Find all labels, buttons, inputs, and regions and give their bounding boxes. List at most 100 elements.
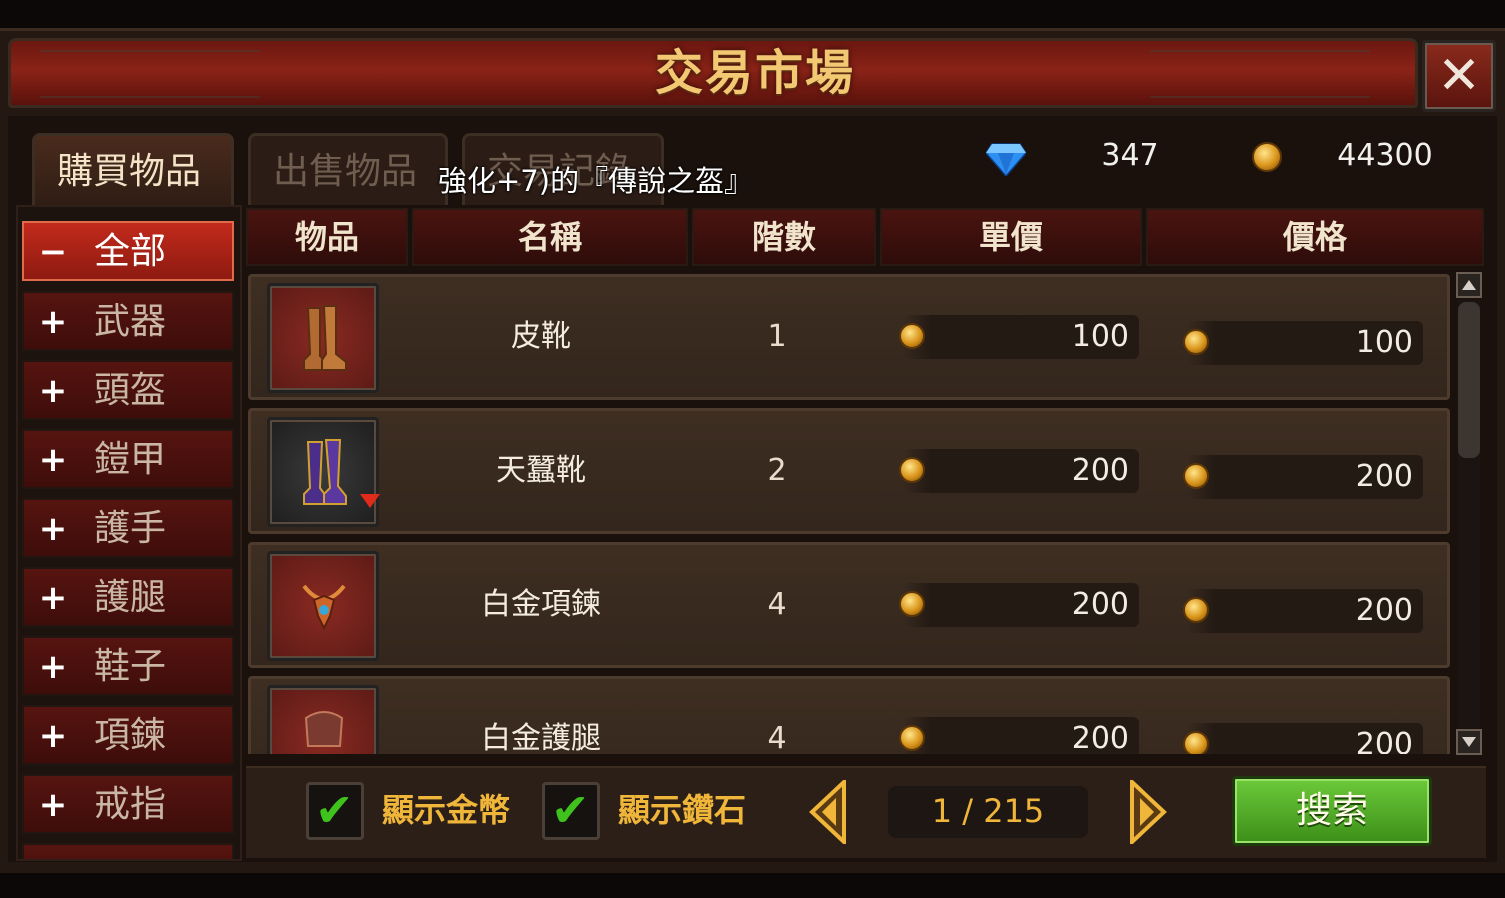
- category-all[interactable]: − 全部: [22, 221, 234, 281]
- item-tier: 4: [767, 587, 787, 622]
- item-tier: 2: [767, 453, 787, 488]
- gold-coin-icon: [899, 725, 925, 751]
- category-armor[interactable]: + 鎧甲: [22, 429, 234, 489]
- category-legguard[interactable]: + 護腿: [22, 567, 234, 627]
- expand-icon: +: [38, 647, 68, 687]
- column-header-tier[interactable]: 階數: [692, 208, 876, 266]
- unit-price-value: 200: [1071, 587, 1129, 622]
- category-label: 鎧甲: [94, 439, 167, 480]
- table-row[interactable]: 皮靴 1 100 100: [248, 274, 1450, 400]
- unit-price-value: 100: [1071, 319, 1129, 354]
- header-ornament-left: [40, 50, 260, 98]
- header-ornament-right: [1150, 50, 1370, 98]
- table-row[interactable]: 白金項鍊 4 200 200: [248, 542, 1450, 668]
- table-row[interactable]: 天蠶靴 2 200 200: [248, 408, 1450, 534]
- total-price-value: 100: [1355, 325, 1413, 360]
- total-price: 200: [1183, 723, 1423, 754]
- category-label: 鞋子: [94, 646, 167, 687]
- gold-coin-icon: [899, 323, 925, 349]
- item-name: 皮靴: [511, 319, 571, 354]
- category-more[interactable]: [22, 843, 234, 859]
- category-label: 護手: [94, 508, 167, 549]
- diamond-icon: [986, 143, 1026, 176]
- gold-coin-icon: [1183, 731, 1209, 754]
- table-row[interactable]: 白金護腿 4 200 200: [248, 676, 1450, 754]
- total-price: 200: [1183, 455, 1423, 499]
- item-name: 白金項鍊: [481, 587, 601, 622]
- category-label: 護腿: [94, 577, 167, 618]
- scrollbar-thumb[interactable]: [1458, 302, 1480, 458]
- leather-boots-icon: [303, 305, 347, 371]
- item-tooltip: 強化+7)的『傳說之盔』: [438, 164, 754, 198]
- category-label: 全部: [94, 231, 167, 272]
- expand-icon: +: [38, 578, 68, 618]
- category-necklace[interactable]: + 項鍊: [22, 705, 234, 765]
- category-label: 戒指: [94, 784, 167, 825]
- prev-page-button[interactable]: [808, 780, 848, 844]
- expand-icon: +: [38, 302, 68, 342]
- category-label: 項鍊: [94, 715, 167, 756]
- gold-coin-icon: [899, 457, 925, 483]
- silk-boots-icon: [303, 439, 347, 505]
- category-label: 頭盔: [94, 370, 167, 411]
- column-header-unit-price[interactable]: 單價: [880, 208, 1142, 266]
- item-name: 天蠶靴: [496, 453, 586, 488]
- total-price: 100: [1183, 321, 1423, 365]
- gold-coin-icon: [1183, 597, 1209, 623]
- unit-price: 200: [899, 449, 1139, 493]
- expand-icon: +: [38, 785, 68, 825]
- tab-buy[interactable]: 購買物品: [32, 133, 234, 205]
- item-slot: [267, 417, 380, 527]
- category-ring[interactable]: + 戒指: [22, 774, 234, 834]
- item-tier: 1: [767, 319, 787, 354]
- total-price: 200: [1183, 589, 1423, 633]
- downgrade-arrow-icon: [360, 494, 380, 508]
- item-slot: [267, 685, 379, 754]
- item-list: 皮靴 1 100 100 天蠶靴 2 200 200 白金項鍊 4 200 20…: [246, 270, 1454, 754]
- show-diamond-label: 顯示鑽石: [618, 791, 747, 829]
- expand-icon: +: [38, 440, 68, 480]
- page-indicator: 1 / 215: [888, 786, 1088, 838]
- search-button[interactable]: 搜索: [1232, 776, 1432, 846]
- checkmark-icon: ✔: [551, 783, 590, 837]
- category-label: 武器: [94, 301, 167, 342]
- gold-coin-icon: [1252, 142, 1282, 172]
- scroll-down-button[interactable]: [1456, 729, 1482, 755]
- close-button[interactable]: ✕: [1422, 40, 1496, 112]
- gold-coin-icon: [899, 591, 925, 617]
- unit-price: 200: [899, 717, 1139, 754]
- total-price-value: 200: [1355, 459, 1413, 494]
- column-header-name[interactable]: 名稱: [412, 208, 688, 266]
- column-header-item: 物品: [246, 208, 408, 266]
- window-title: 交易市場: [654, 45, 855, 101]
- category-sidebar: − 全部 + 武器 + 頭盔 + 鎧甲 + 護手 + 護腿 + 鞋子 + 項鍊 …: [16, 205, 242, 861]
- show-gold-checkbox[interactable]: ✔: [306, 782, 364, 840]
- necklace-icon: [302, 584, 346, 631]
- unit-price-value: 200: [1071, 453, 1129, 488]
- column-header-price[interactable]: 價格: [1146, 208, 1484, 266]
- item-tier: 4: [767, 721, 787, 754]
- unit-price: 100: [899, 315, 1139, 359]
- diamond-balance: 347: [1101, 138, 1159, 173]
- gold-coin-icon: [1183, 463, 1209, 489]
- expand-icon: +: [38, 509, 68, 549]
- tab-sell[interactable]: 出售物品: [248, 133, 448, 205]
- gold-balance: 44300: [1337, 138, 1433, 173]
- leg-guard-icon: [304, 711, 344, 747]
- show-gold-label: 顯示金幣: [382, 791, 511, 829]
- category-helmet[interactable]: + 頭盔: [22, 360, 234, 420]
- category-gauntlet[interactable]: + 護手: [22, 498, 234, 558]
- expand-icon: +: [38, 371, 68, 411]
- next-page-button[interactable]: [1128, 780, 1168, 844]
- category-weapon[interactable]: + 武器: [22, 291, 234, 351]
- item-slot: [267, 551, 379, 661]
- checkmark-icon: ✔: [315, 783, 354, 837]
- item-name: 白金護腿: [481, 721, 601, 754]
- unit-price-value: 200: [1071, 721, 1129, 754]
- show-diamond-checkbox[interactable]: ✔: [542, 782, 600, 840]
- collapse-icon: −: [38, 232, 68, 272]
- expand-icon: +: [38, 716, 68, 756]
- scroll-up-button[interactable]: [1456, 272, 1482, 298]
- category-shoes[interactable]: + 鞋子: [22, 636, 234, 696]
- total-price-value: 200: [1355, 727, 1413, 754]
